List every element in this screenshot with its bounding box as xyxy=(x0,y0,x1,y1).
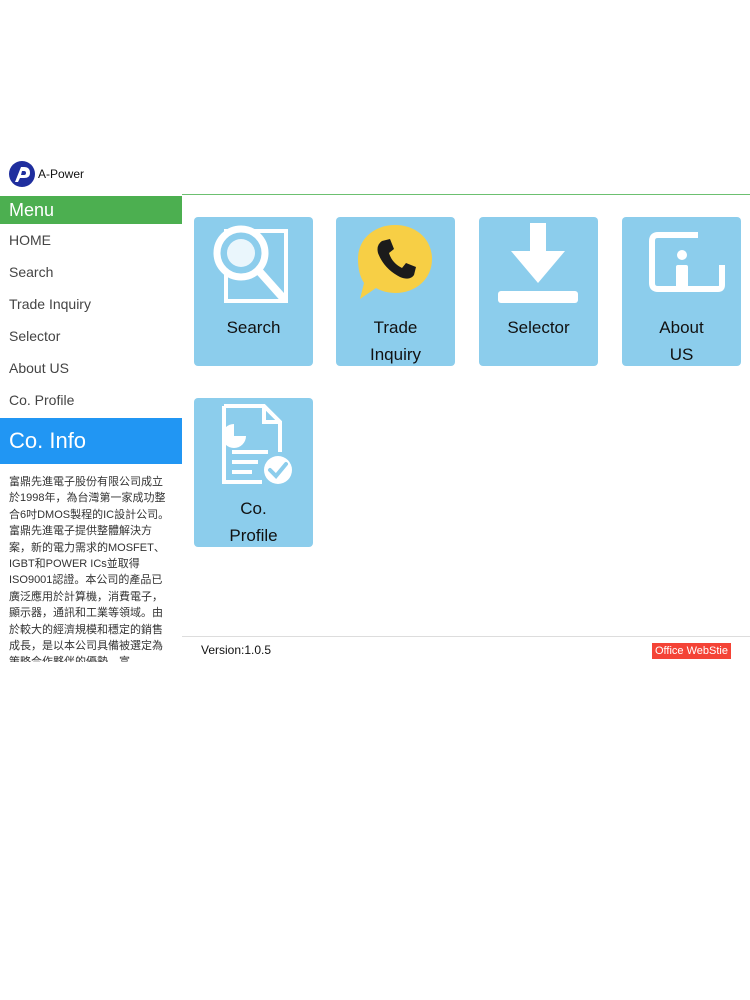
footer-divider xyxy=(182,636,750,637)
report-check-icon xyxy=(208,402,298,486)
office-website-button[interactable]: Office WebStie xyxy=(652,643,731,659)
co-profile-tile[interactable]: Co. Profile xyxy=(194,398,313,547)
menu-item-co-profile[interactable]: Co. Profile xyxy=(0,384,182,416)
menu-item-about-us[interactable]: About US xyxy=(0,352,182,384)
menu-item-home[interactable]: HOME xyxy=(0,224,182,256)
trade-inquiry-tile-label: Trade Inquiry xyxy=(369,318,422,364)
download-icon xyxy=(493,221,583,305)
version-label: Version:1.0.5 xyxy=(201,643,272,657)
header-divider xyxy=(182,194,750,195)
trade-inquiry-tile[interactable]: Trade Inquiry xyxy=(336,217,455,366)
about-us-tile-label: About US xyxy=(659,318,704,364)
menu-item-search[interactable]: Search xyxy=(0,256,182,288)
brand-name: A-Power xyxy=(38,167,85,181)
search-tile-label: Search xyxy=(226,318,281,337)
phone-chat-icon xyxy=(350,221,440,305)
about-us-tile[interactable]: About US xyxy=(622,217,741,366)
menu-item-selector[interactable]: Selector xyxy=(0,320,182,352)
brand-logo[interactable]: A-Power xyxy=(9,161,84,187)
selector-tile[interactable]: Selector xyxy=(479,217,598,366)
co-info-text: 富鼎先進電子股份有限公司成立於1998年，為台灣第一家成功整合6吋DMOS製程的… xyxy=(9,476,170,662)
search-tile[interactable]: Search xyxy=(194,217,313,366)
a-power-logo-icon xyxy=(9,161,35,187)
info-icon xyxy=(636,221,726,305)
menu-header: Menu xyxy=(0,196,182,224)
co-profile-tile-label: Co. Profile xyxy=(229,499,278,545)
co-info-header: Co. Info xyxy=(0,418,182,464)
menu-item-trade-inquiry[interactable]: Trade Inquiry xyxy=(0,288,182,320)
magnifier-document-icon xyxy=(208,221,298,305)
app-header: A-Power xyxy=(0,158,750,194)
sidebar: Menu HOME Search Trade Inquiry Selector … xyxy=(0,196,182,662)
selector-tile-label: Selector xyxy=(507,318,570,337)
